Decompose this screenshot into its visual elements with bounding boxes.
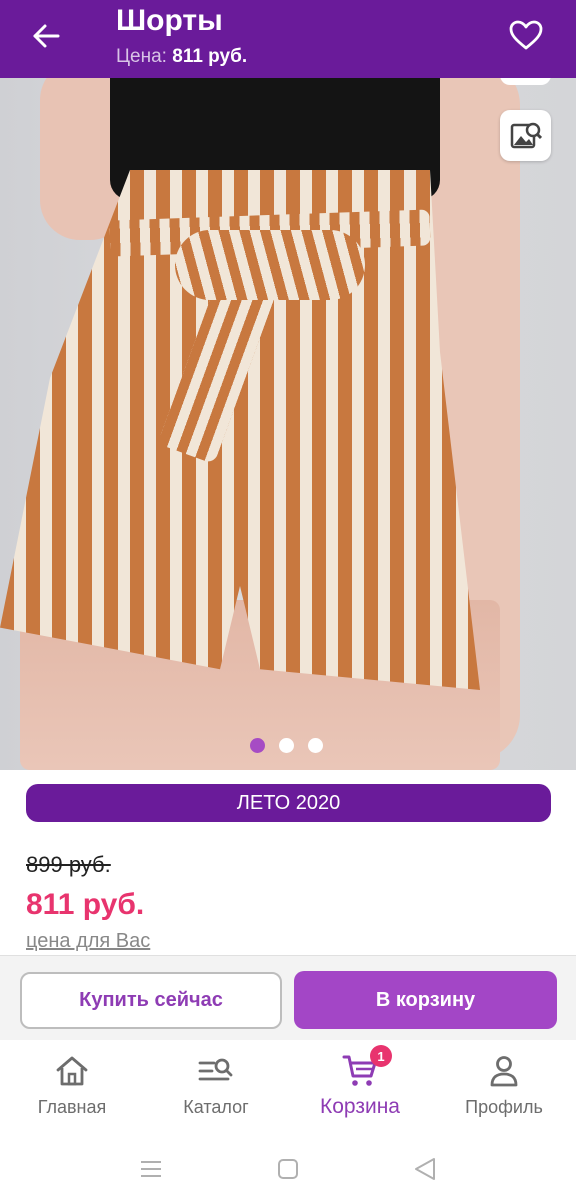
header-price-value: 811 руб.	[172, 46, 248, 67]
nav-label-home: Главная	[37, 1097, 107, 1117]
triangle-back-icon	[415, 1158, 435, 1180]
collection-badge: ЛЕТО 2020	[26, 784, 551, 822]
bottom-navigation: Главная Каталог 1 Корзина Профиль	[0, 1041, 576, 1136]
page-title: Шорты	[116, 4, 223, 37]
gallery-pager	[250, 738, 323, 753]
nav-item-home[interactable]: Главная	[0, 1051, 144, 1131]
nav-item-cart[interactable]: 1 Корзина	[288, 1045, 432, 1131]
heart-icon	[509, 20, 543, 50]
add-to-cart-button[interactable]: В корзину	[294, 971, 557, 1029]
square-icon	[278, 1159, 298, 1179]
profile-icon	[490, 1056, 518, 1087]
back-system-button[interactable]	[410, 1154, 440, 1184]
app-header: Шорты Цена: 811 руб.	[0, 0, 576, 78]
cart-badge: 1	[370, 1045, 392, 1067]
nav-label-cart: Корзина	[320, 1095, 400, 1118]
shorts-bow	[175, 230, 365, 300]
favorite-button[interactable]	[502, 12, 550, 58]
nav-item-catalog[interactable]: Каталог	[144, 1051, 288, 1131]
nav-label-profile: Профиль	[465, 1097, 543, 1117]
back-button[interactable]	[24, 14, 68, 58]
home-icon	[56, 1056, 88, 1086]
header-price: Цена: 811 руб.	[116, 46, 247, 68]
header-price-label: Цена:	[116, 46, 167, 67]
image-search-button[interactable]	[500, 110, 551, 161]
old-price: 899 руб.	[26, 852, 111, 877]
product-image[interactable]	[0, 0, 576, 770]
arrow-left-icon	[33, 24, 60, 48]
nav-label-catalog: Каталог	[183, 1097, 249, 1117]
menu-icon	[141, 1161, 161, 1177]
catalog-search-icon	[198, 1058, 233, 1081]
purchase-action-bar: Купить сейчас В корзину	[0, 955, 576, 1040]
image-search-icon	[510, 122, 542, 148]
gallery-dot-1[interactable]	[250, 738, 265, 753]
nav-item-profile[interactable]: Профиль	[432, 1051, 576, 1131]
recent-apps-button[interactable]	[136, 1154, 166, 1184]
price-for-you-link[interactable]: цена для Вас	[26, 930, 150, 953]
gallery-dot-2[interactable]	[279, 738, 294, 753]
current-price: 811 руб.	[26, 888, 145, 921]
buy-now-button[interactable]: Купить сейчас	[20, 972, 282, 1029]
system-navigation-bar	[0, 1136, 576, 1200]
home-system-button[interactable]	[273, 1154, 303, 1184]
gallery-dot-3[interactable]	[308, 738, 323, 753]
